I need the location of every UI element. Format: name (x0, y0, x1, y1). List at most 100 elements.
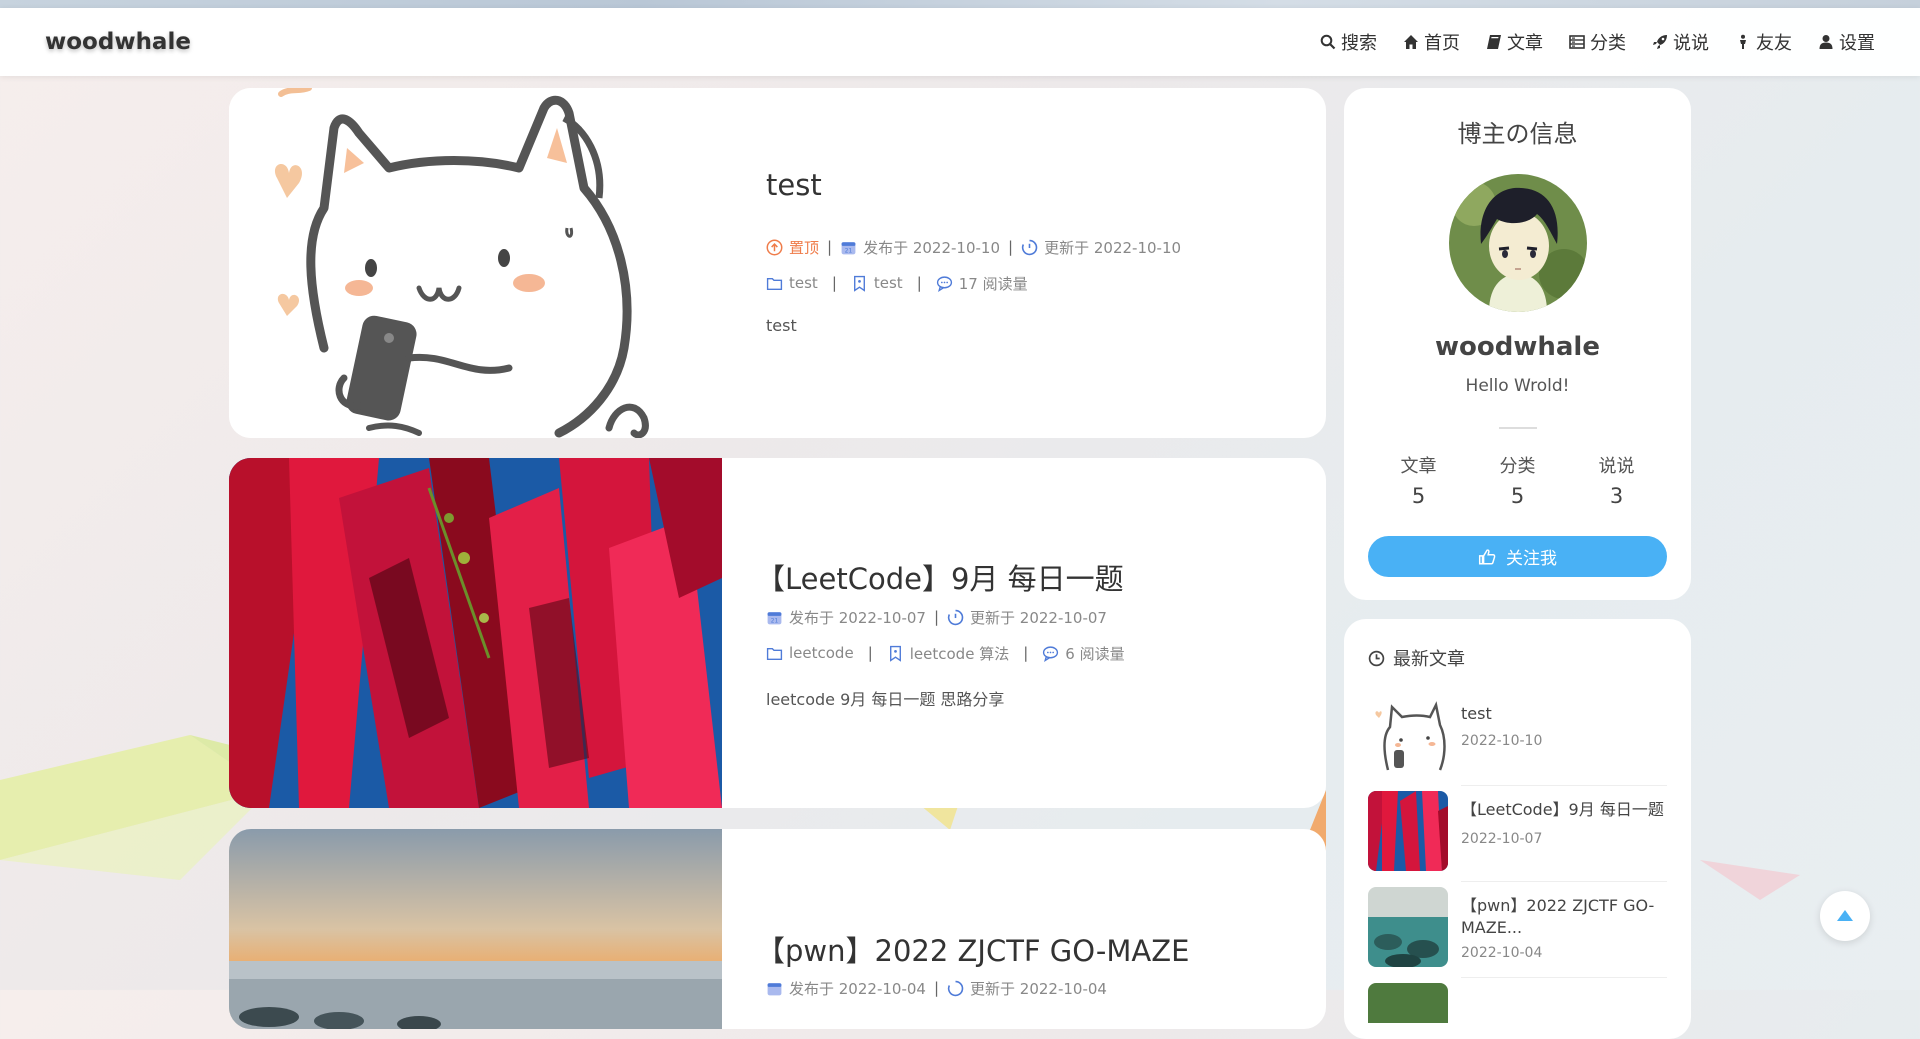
post-meta-taxonomy: test | test | 17 阅读量 (766, 273, 1028, 293)
recent-post-date: 2022-10-10 (1461, 733, 1543, 749)
stat-value: 3 (1609, 484, 1624, 508)
recent-posts-card: 最新文章 test 2022-10-10 【LeetCode】9月 每日一题 2… (1344, 619, 1691, 1039)
red-banners-photo (1368, 791, 1448, 871)
nav-settings[interactable]: 设置 (1818, 29, 1875, 55)
meta-separator: | (1008, 238, 1014, 256)
nav-friends[interactable]: 友友 (1735, 29, 1792, 55)
calendar-icon: 21 (767, 611, 782, 624)
stat-label: 分类 (1499, 456, 1536, 477)
recent-post-title[interactable]: test (1461, 703, 1667, 725)
user-link-icon (1740, 34, 1746, 49)
profile-card-title: 博主の信息 (1457, 120, 1578, 148)
stat-label: 说说 (1598, 456, 1635, 477)
post-thumbnail-red-banners[interactable] (229, 458, 722, 808)
nav-categories[interactable]: 分类 (1569, 29, 1626, 55)
folder-icon (766, 277, 783, 290)
post-updated-date: 更新于 2022-10-10 (1044, 238, 1182, 257)
recent-post-item[interactable]: test 2022-10-10 (1368, 695, 1667, 775)
post-thumbnail-cat[interactable] (229, 88, 722, 438)
post-title[interactable]: 【pwn】2022 ZJCTF GO-MAZE (756, 928, 1189, 970)
recent-post-thumbnail-cat[interactable] (1368, 695, 1448, 775)
stat-label: 文章 (1400, 456, 1437, 477)
post-published-date: 发布于 2022-10-04 (789, 979, 926, 998)
comment-icon (1043, 645, 1059, 662)
arrow-up-circle-icon (766, 239, 783, 255)
nav-talks-label: 说说 (1673, 33, 1709, 54)
profile-stats: 文章 5 分类 5 说说 3 (1369, 452, 1666, 508)
post-meta-taxonomy: leetcode | leetcode 算法 | 6 阅读量 (766, 643, 1125, 663)
recent-post-divider (1461, 977, 1667, 978)
post-card[interactable]: 【LeetCode】9月 每日一题 21 发布于 2022-10-07 | 更新… (229, 458, 1326, 808)
follow-button[interactable]: 关注我 (1368, 536, 1667, 577)
meta-separator: | (933, 608, 940, 626)
recent-posts-heading-label: 最新文章 (1393, 649, 1465, 670)
pinned-badge: 置顶 (789, 238, 820, 257)
triangle-up-icon (1837, 910, 1853, 921)
post-tags[interactable]: leetcode 算法 (910, 643, 1009, 664)
nav-categories-label: 分类 (1590, 33, 1626, 54)
nav-talks[interactable]: 说说 (1652, 29, 1709, 55)
stat-value: 5 (1411, 484, 1426, 508)
site-brand[interactable]: woodwhale (45, 8, 191, 76)
bookmark-tag-icon (889, 645, 901, 662)
book-icon (1487, 35, 1501, 49)
post-published-date: 发布于 2022-10-07 (789, 608, 926, 627)
post-meta-dates: 置顶 | 21 发布于 2022-10-10 | 更新于 2022-10-10 (766, 237, 1181, 257)
nav-settings-label: 设置 (1839, 33, 1875, 54)
post-category[interactable]: test (789, 274, 818, 292)
thumbs-up-icon (1478, 548, 1496, 564)
meta-separator: | (867, 644, 873, 662)
author-name: woodwhale (1435, 332, 1600, 362)
meta-separator: | (916, 274, 922, 292)
svg-text:21: 21 (771, 618, 779, 624)
recent-post-date: 2022-10-07 (1461, 831, 1543, 847)
top-banner-strip (0, 0, 1920, 8)
post-updated-date: 更新于 2022-10-04 (970, 979, 1107, 998)
folder-icon (766, 647, 783, 660)
nav-search[interactable]: 搜索 (1320, 29, 1377, 55)
post-tags[interactable]: test (874, 274, 903, 292)
recent-post-title[interactable]: 【pwn】2022 ZJCTF GO-MAZE... (1461, 895, 1667, 939)
avatar[interactable] (1449, 174, 1587, 312)
recent-post-item[interactable]: 【pwn】2022 ZJCTF GO-MAZE... 2022-10-04 (1368, 887, 1667, 967)
sea-rocks-photo (1368, 887, 1448, 967)
main-nav: 搜索 首页 文章 分类 说说 友友 设置 (1320, 8, 1875, 76)
recent-post-item[interactable]: 【LeetCode】9月 每日一题 2022-10-07 (1368, 791, 1667, 871)
calendar-icon (767, 982, 782, 995)
post-card[interactable]: test 置顶 | 21 发布于 2022-10-10 | 更新于 2022-1… (229, 88, 1326, 438)
post-thumbnail-sunset-sea[interactable] (229, 829, 722, 1029)
nav-articles[interactable]: 文章 (1486, 29, 1543, 55)
recent-post-thumbnail-sea[interactable] (1368, 887, 1448, 967)
bookmark-tag-icon (853, 275, 865, 292)
calendar-icon: 21 (841, 241, 856, 254)
post-title[interactable]: 【LeetCode】9月 每日一题 (756, 556, 1124, 598)
profile-divider (1499, 427, 1537, 429)
recent-post-thumbnail-partial[interactable] (1368, 983, 1448, 1023)
user-icon (1819, 35, 1833, 49)
recent-post-date: 2022-10-04 (1461, 945, 1543, 961)
author-motto: Hello Wrold! (1465, 376, 1570, 396)
nav-home-label: 首页 (1424, 33, 1460, 54)
recent-post-title[interactable]: 【LeetCode】9月 每日一题 (1461, 799, 1667, 821)
post-category[interactable]: leetcode (789, 644, 854, 662)
search-icon (1320, 34, 1336, 50)
stat-articles[interactable]: 文章 5 (1369, 452, 1468, 508)
svg-text:21: 21 (845, 248, 853, 254)
recent-post-divider (1461, 785, 1667, 786)
recent-post-divider (1461, 881, 1667, 882)
clock-icon (1368, 650, 1385, 666)
nav-home[interactable]: 首页 (1403, 29, 1460, 55)
back-to-top-button[interactable] (1820, 891, 1870, 941)
meta-separator: | (827, 238, 833, 256)
nav-articles-label: 文章 (1507, 33, 1543, 54)
post-published-date: 发布于 2022-10-10 (863, 238, 1001, 257)
stat-talks[interactable]: 说说 3 (1567, 452, 1666, 508)
stat-categories[interactable]: 分类 5 (1468, 452, 1567, 508)
clock-update-icon (1022, 239, 1038, 255)
post-updated-date: 更新于 2022-10-07 (970, 608, 1107, 627)
home-icon (1404, 35, 1418, 49)
avatar-illustration (1449, 174, 1587, 312)
recent-post-thumbnail-red-banners[interactable] (1368, 791, 1448, 871)
post-card[interactable]: 【pwn】2022 ZJCTF GO-MAZE 发布于 2022-10-04 |… (229, 829, 1326, 1029)
post-title[interactable]: test (766, 168, 822, 202)
